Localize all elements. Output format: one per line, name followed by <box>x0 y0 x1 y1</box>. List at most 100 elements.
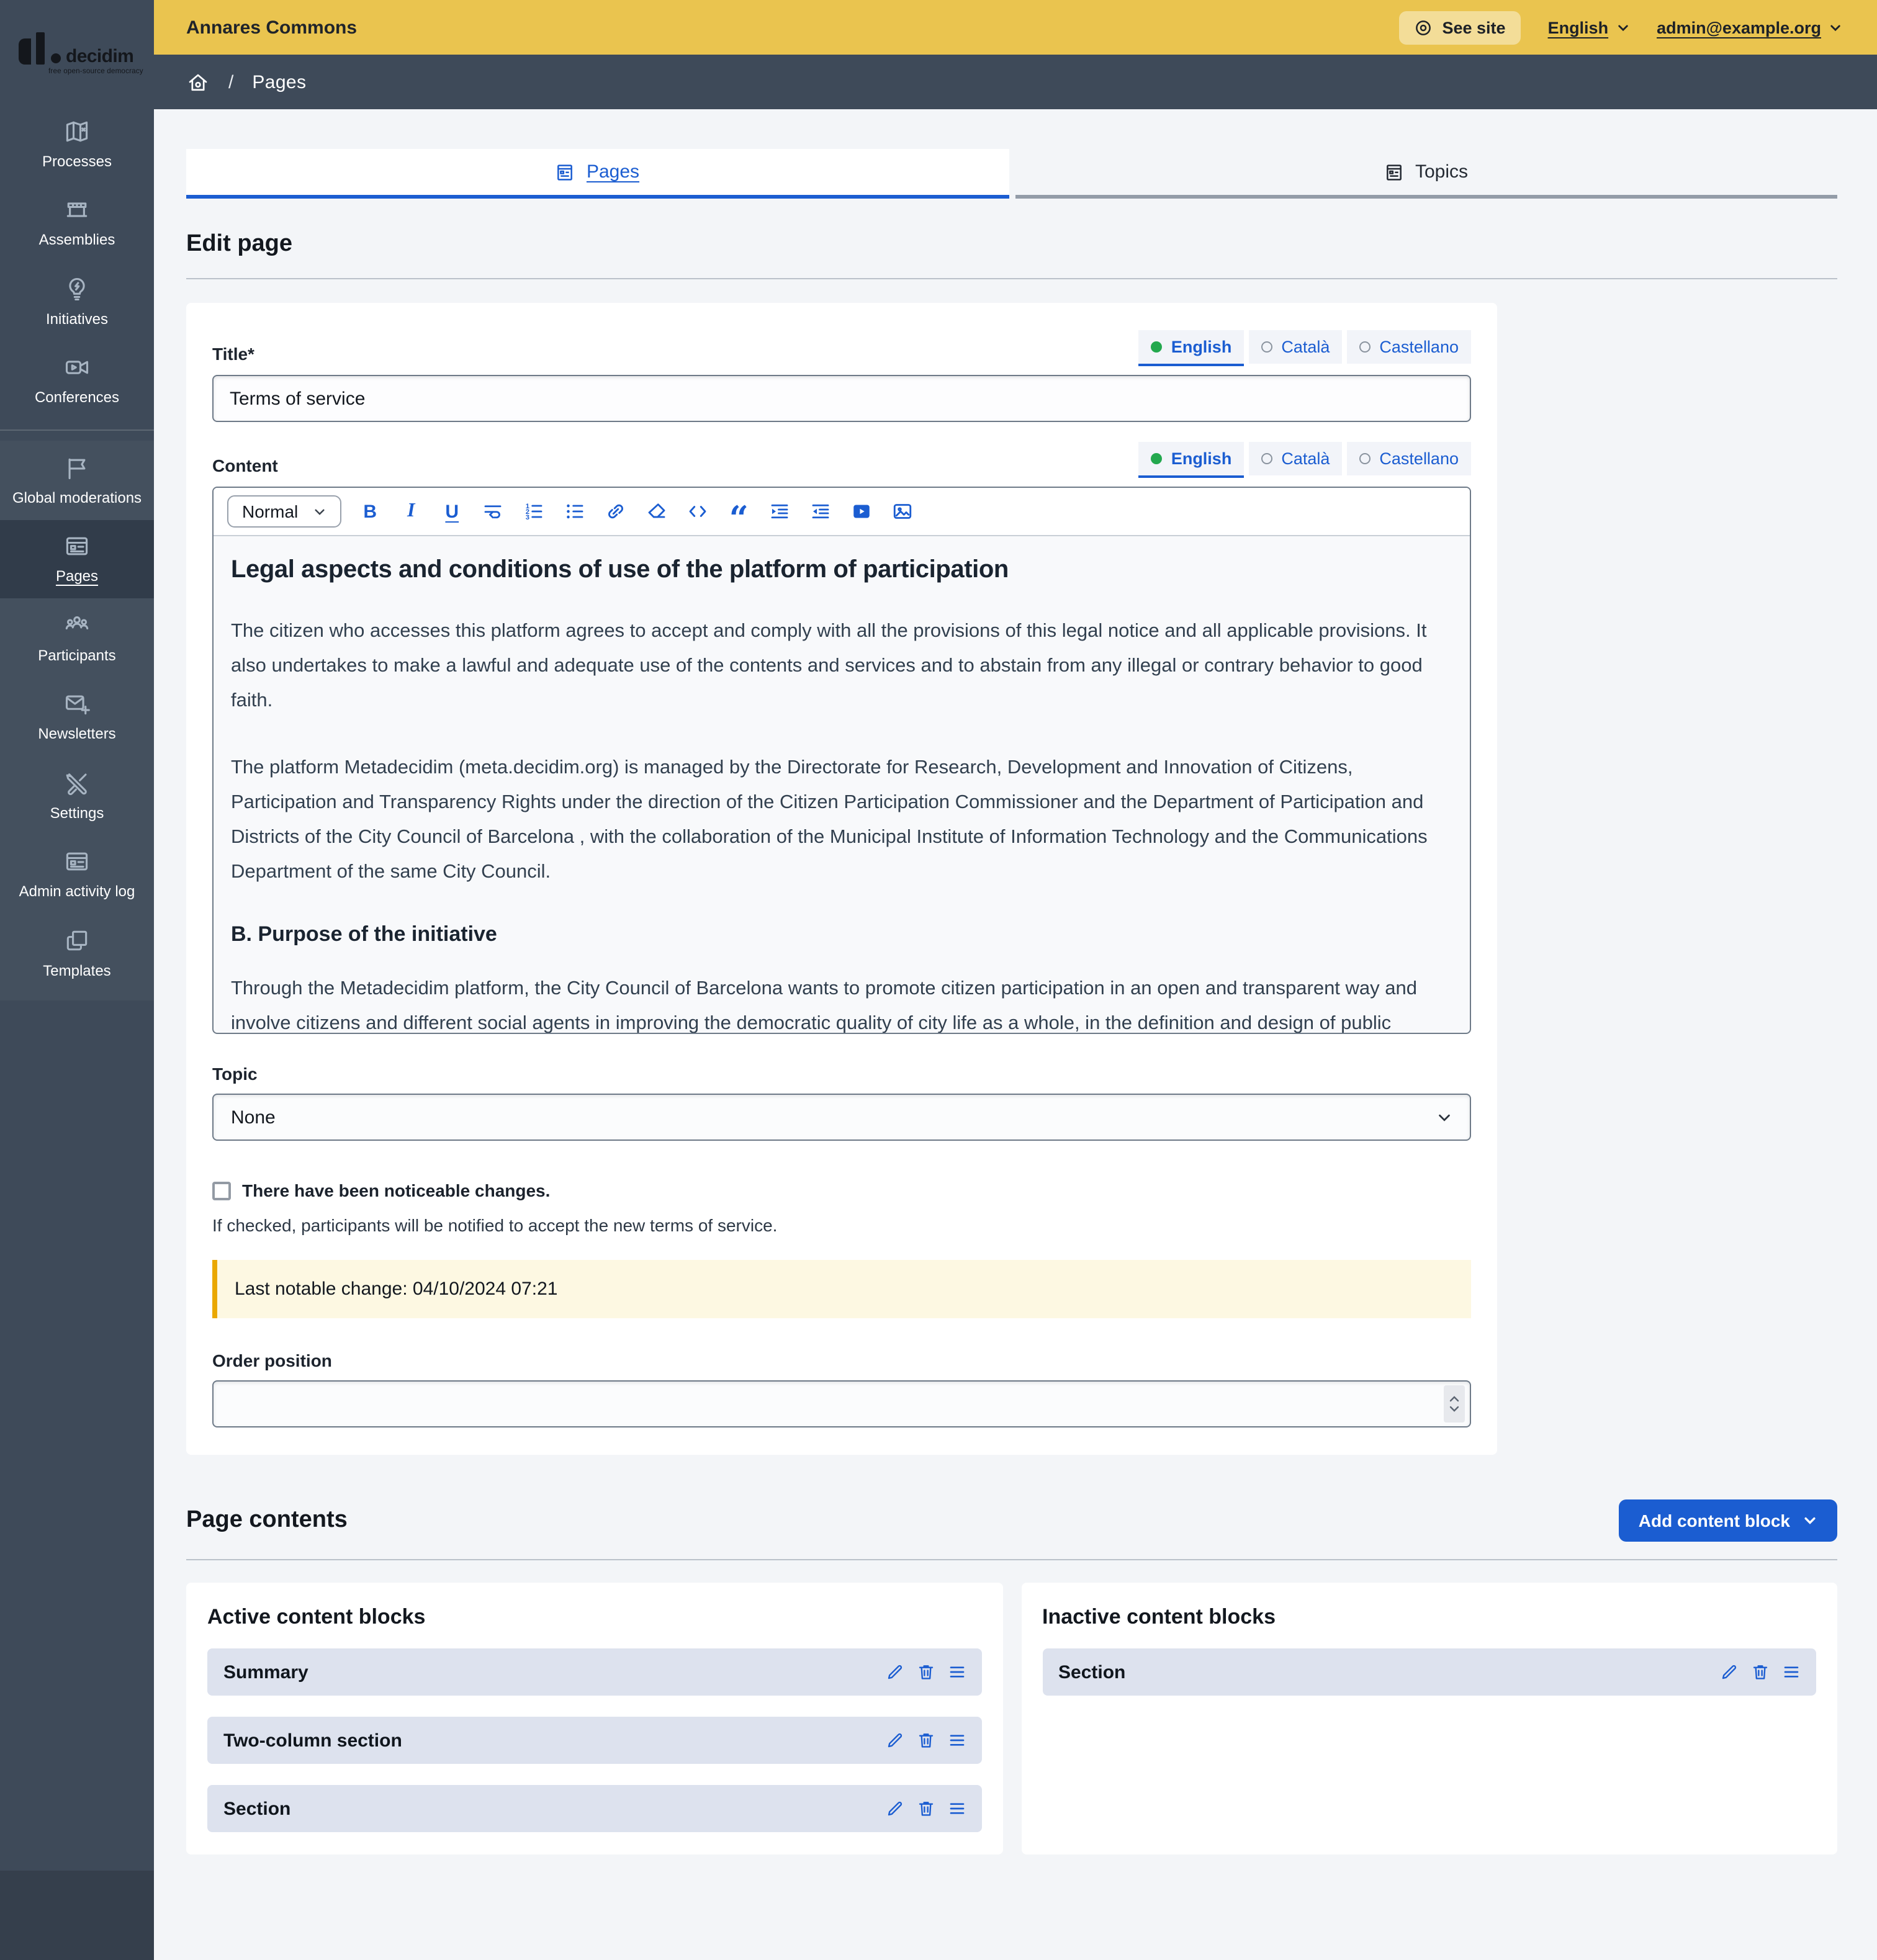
tools-icon <box>63 770 91 797</box>
sidebar-item-participants[interactable]: Participants <box>0 598 154 677</box>
editor-h3: B. Purpose of the initiative <box>231 922 1452 947</box>
title-language-tabs: English Català Castellano <box>1134 330 1471 364</box>
page-title: Edit page <box>186 231 1837 258</box>
drag-handle-icon[interactable] <box>1781 1662 1801 1682</box>
language-menu[interactable]: English <box>1548 18 1630 37</box>
tab-topics[interactable]: Topics <box>1015 149 1837 199</box>
blockquote-icon[interactable]: “ <box>726 499 751 524</box>
lang-tab-castellano[interactable]: Castellano <box>1347 330 1471 364</box>
bold-icon[interactable]: B <box>358 499 382 524</box>
templates-icon <box>63 927 91 955</box>
user-menu[interactable]: admin@example.org <box>1657 18 1842 37</box>
sidebar-item-pages[interactable]: Pages <box>0 519 154 598</box>
image-icon[interactable] <box>890 499 915 524</box>
delete-icon[interactable] <box>916 1662 935 1682</box>
inactive-blocks-heading: Inactive content blocks <box>1042 1605 1816 1630</box>
sidebar-item-settings[interactable]: Settings <box>0 756 154 835</box>
number-stepper[interactable] <box>1444 1385 1465 1423</box>
lang-tab-english[interactable]: English <box>1139 330 1245 364</box>
edit-icon[interactable] <box>1719 1662 1739 1682</box>
title-field-header: Title* English Català Castellano <box>212 330 1471 364</box>
building-icon <box>63 197 91 224</box>
map-icon <box>63 118 91 145</box>
empty-status-dot-icon <box>1261 341 1272 353</box>
outdent-icon[interactable] <box>808 499 833 524</box>
video-icon[interactable] <box>849 499 874 524</box>
see-site-label: See site <box>1442 18 1505 37</box>
title-label: Title* <box>212 344 254 364</box>
edit-icon[interactable] <box>884 1730 904 1750</box>
delete-icon[interactable] <box>916 1730 935 1750</box>
decidim-logo[interactable]: decidim free open-source democracy <box>0 0 154 104</box>
drag-handle-icon[interactable] <box>947 1730 966 1750</box>
sidebar-item-newsletters[interactable]: Newsletters <box>0 677 154 756</box>
editor-content[interactable]: Legal aspects and conditions of use of t… <box>214 536 1470 1033</box>
sidebar-item-global-moderations[interactable]: Global moderations <box>0 441 154 519</box>
sidebar-item-templates[interactable]: Templates <box>0 914 154 992</box>
activity-log-icon <box>63 848 91 876</box>
pages-tab-icon <box>556 162 575 182</box>
topic-select-value: None <box>231 1107 276 1128</box>
content-block-row[interactable]: Section <box>207 1785 981 1832</box>
home-icon[interactable] <box>186 70 210 94</box>
sidebar-item-processes[interactable]: Processes <box>0 104 154 183</box>
order-position-field <box>212 1380 1471 1427</box>
bullet-list-icon[interactable] <box>562 499 587 524</box>
sidebar-item-label: Newsletters <box>38 726 115 743</box>
lang-tab-english[interactable]: English <box>1139 442 1245 475</box>
topbar-actions: See site English admin@example.org <box>1398 11 1842 44</box>
logo-dot-icon <box>51 53 61 63</box>
tab-bar: Pages Topics <box>186 149 1837 199</box>
order-position-input[interactable] <box>212 1380 1471 1427</box>
noticeable-changes-label: There have been noticeable changes. <box>242 1180 550 1200</box>
link-icon[interactable] <box>603 499 628 524</box>
drag-handle-icon[interactable] <box>947 1799 966 1818</box>
see-site-button[interactable]: See site <box>1398 11 1520 44</box>
sidebar-item-assemblies[interactable]: Assemblies <box>0 183 154 262</box>
ordered-list-icon[interactable]: 123 <box>521 499 546 524</box>
sidebar-item-label: Initiatives <box>46 310 108 328</box>
breadcrumb-current[interactable]: Pages <box>252 71 306 92</box>
sidebar-item-initiatives[interactable]: Initiatives <box>0 262 154 341</box>
content-block-row[interactable]: Two-column section <box>207 1717 981 1764</box>
content-block-row[interactable]: Section <box>1042 1648 1816 1696</box>
add-content-block-button[interactable]: Add content block <box>1619 1499 1837 1542</box>
line-break-icon[interactable] <box>480 499 505 524</box>
svg-text:3: 3 <box>526 514 529 521</box>
edit-icon[interactable] <box>884 1799 904 1818</box>
noticeable-changes-checkbox[interactable] <box>212 1181 231 1200</box>
divider <box>186 1559 1837 1560</box>
edit-icon[interactable] <box>884 1662 904 1682</box>
chevron-up-icon <box>1449 1395 1460 1403</box>
sidebar-item-label: Settings <box>50 804 104 822</box>
sidebar-item-admin-activity-log[interactable]: Admin activity log <box>0 835 154 914</box>
erase-format-icon[interactable] <box>644 499 669 524</box>
sidebar-item-conferences[interactable]: Conferences <box>0 341 154 420</box>
lang-tab-label: Castellano <box>1379 338 1459 356</box>
content-block-label: Two-column section <box>223 1730 402 1751</box>
drag-handle-icon[interactable] <box>947 1662 966 1682</box>
sidebar-spaces-group: Processes Assemblies Initiatives Confere… <box>0 104 154 420</box>
lang-tab-castellano[interactable]: Castellano <box>1347 442 1471 475</box>
code-icon[interactable] <box>685 499 710 524</box>
delete-icon[interactable] <box>1750 1662 1770 1682</box>
tab-pages[interactable]: Pages <box>186 149 1009 199</box>
sidebar-item-label: Assemblies <box>39 232 115 249</box>
format-select[interactable]: Normal <box>227 495 341 528</box>
editor-paragraph: Through the Metadecidim platform, the Ci… <box>231 972 1452 1033</box>
italic-icon[interactable]: I <box>398 499 423 524</box>
empty-status-dot-icon <box>1261 453 1272 464</box>
content-block-label: Summary <box>223 1661 308 1683</box>
indent-icon[interactable] <box>767 499 792 524</box>
title-input[interactable] <box>212 375 1471 422</box>
content-block-row[interactable]: Summary <box>207 1648 981 1696</box>
underline-icon[interactable]: U <box>439 499 464 524</box>
lang-tab-catala[interactable]: Català <box>1249 330 1342 364</box>
topic-select[interactable]: None <box>212 1094 1471 1141</box>
topic-label: Topic <box>212 1064 1471 1084</box>
people-icon <box>63 612 91 639</box>
breadcrumb: / Pages <box>154 55 1877 109</box>
lang-tab-label: Català <box>1281 449 1330 468</box>
lang-tab-catala[interactable]: Català <box>1249 442 1342 475</box>
delete-icon[interactable] <box>916 1799 935 1818</box>
